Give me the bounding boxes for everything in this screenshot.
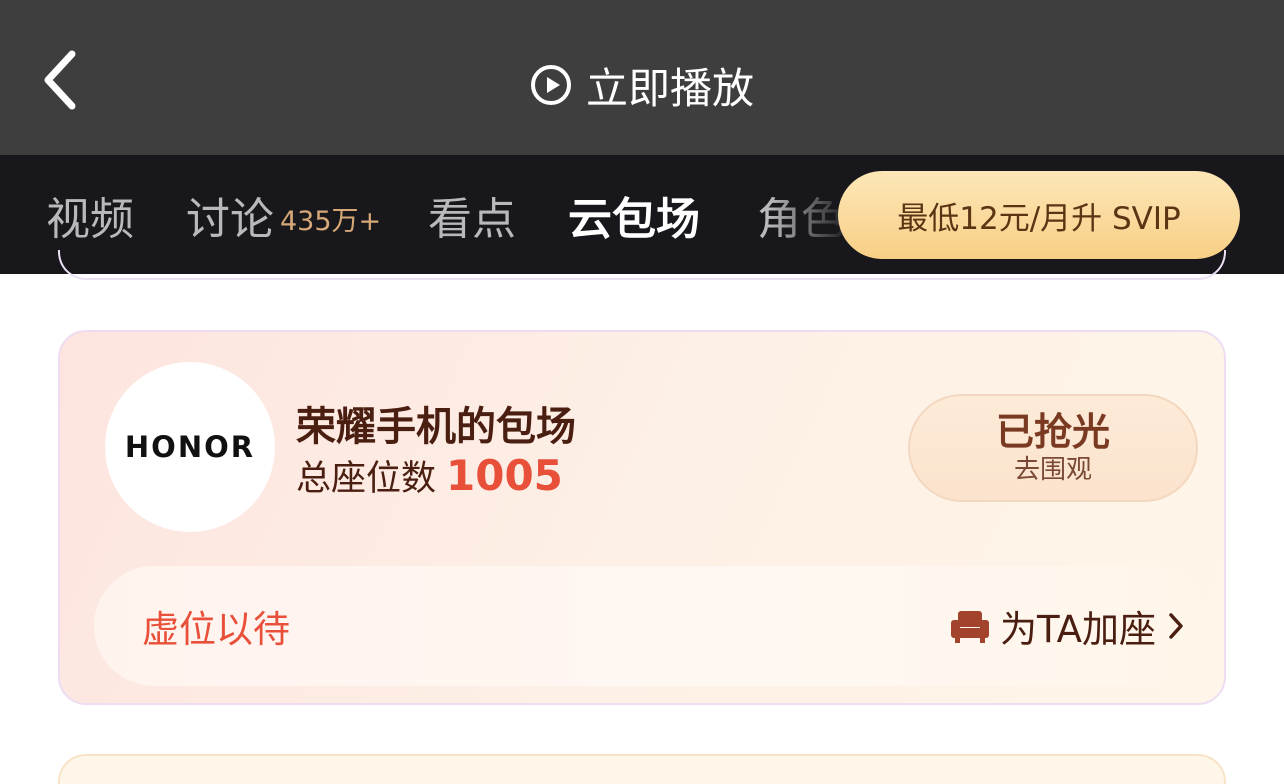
- seat-info: 总座位数 1005: [296, 450, 563, 501]
- brand-logo: HONOR: [105, 362, 275, 532]
- svip-label: 最低12元/月升 SVIP: [897, 200, 1181, 237]
- tab-label: 看点: [428, 193, 516, 245]
- previous-card-edge: [58, 250, 1226, 280]
- seat-label: 总座位数: [296, 459, 437, 499]
- add-seat-label: 为TA加座: [999, 608, 1156, 651]
- watch-label: 去围观: [1013, 455, 1092, 485]
- play-circle-icon: [530, 64, 572, 106]
- add-seat-button[interactable]: 为TA加座: [950, 566, 1186, 686]
- tab-label: 视频: [46, 193, 134, 245]
- brand-logo-text: HONOR: [124, 430, 256, 464]
- next-card-edge: [58, 754, 1226, 784]
- play-now-label: 立即播放: [585, 63, 754, 113]
- play-now-button[interactable]: 立即播放: [0, 0, 1284, 170]
- seat-count: 1005: [446, 451, 563, 500]
- tab-label: 讨论: [186, 193, 274, 245]
- screening-title: 荣耀手机的包场: [296, 404, 576, 450]
- chevron-right-icon: [1166, 610, 1186, 642]
- discussion-count-badge: 435万+: [280, 206, 382, 237]
- screening-card[interactable]: HONOR 荣耀手机的包场 总座位数 1005 已抢光 去围观 虚位以待 为TA…: [58, 330, 1226, 705]
- seat-strip: 虚位以待 为TA加座: [94, 566, 1204, 686]
- sold-out-button[interactable]: 已抢光 去围观: [908, 394, 1198, 502]
- sold-out-label: 已抢光: [995, 410, 1110, 454]
- waiting-text: 虚位以待: [142, 608, 290, 651]
- armchair-icon: [950, 608, 990, 644]
- tab-label: 云包场: [568, 193, 700, 245]
- svip-upgrade-button[interactable]: 最低12元/月升 SVIP: [838, 171, 1240, 259]
- top-bar: 立即播放: [0, 0, 1284, 155]
